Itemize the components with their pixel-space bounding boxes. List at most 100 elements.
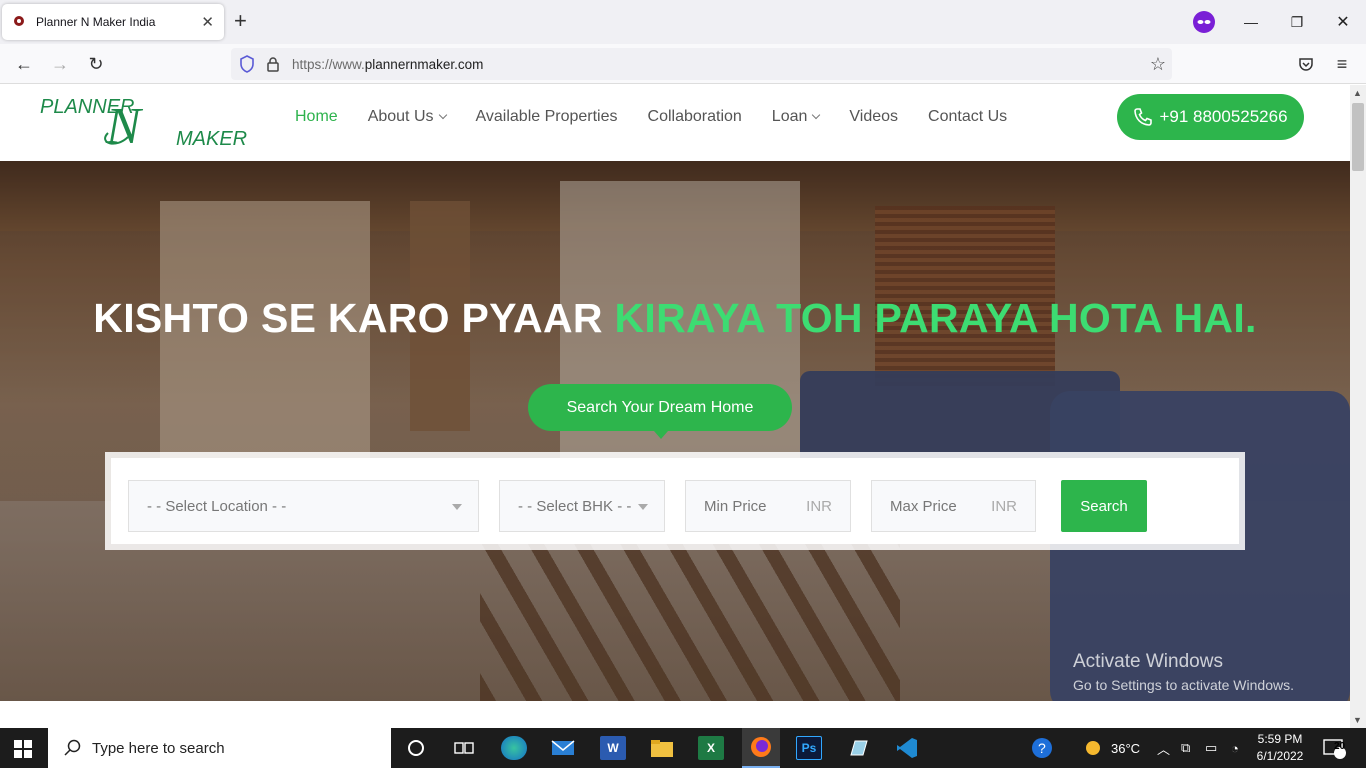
hero-headline: KISHTO SE KARO PYAAR KIRAYA TOH PARAYA H… bbox=[0, 295, 1350, 342]
menu-item-home[interactable]: Home bbox=[295, 107, 338, 127]
tab-title: Planner N Maker India bbox=[36, 15, 156, 29]
reload-icon[interactable]: ↻ bbox=[84, 52, 108, 76]
cortana-icon[interactable] bbox=[403, 736, 429, 760]
site-header: PLANNER N MAKER Home About Us Available Pr… bbox=[0, 85, 1350, 161]
svg-text:?: ? bbox=[1038, 740, 1046, 756]
min-price-placeholder: Min Price bbox=[704, 497, 767, 515]
browser-tab[interactable]: Planner N Maker India ✕ bbox=[2, 4, 224, 40]
firefox-icon[interactable] bbox=[742, 728, 780, 768]
menu-item-label: Loan bbox=[771, 108, 808, 125]
edge-browser-icon[interactable] bbox=[501, 736, 527, 760]
search-panel: - - Select Location - - - - Select BHK -… bbox=[105, 452, 1245, 550]
location-pin-icon bbox=[14, 16, 24, 26]
taskbar-search-box[interactable]: Type here to search bbox=[48, 728, 391, 768]
close-tab-icon[interactable]: ✕ bbox=[201, 13, 214, 31]
menu-item-collaboration[interactable]: Collaboration bbox=[648, 107, 742, 127]
min-price-input[interactable]: Min Price INR bbox=[685, 480, 851, 532]
search-button[interactable]: Search bbox=[1061, 480, 1147, 532]
close-window-icon[interactable]: ✕ bbox=[1320, 0, 1366, 44]
chevron-down-icon bbox=[452, 504, 462, 510]
menu-item-about-us[interactable]: About Us bbox=[367, 107, 447, 127]
chevron-down-icon bbox=[812, 110, 821, 120]
pocket-icon[interactable] bbox=[1294, 52, 1318, 76]
max-price-placeholder: Max Price bbox=[890, 497, 957, 515]
lock-icon[interactable] bbox=[266, 56, 280, 72]
bhk-select[interactable]: - - Select BHK - - bbox=[499, 480, 665, 532]
restore-icon[interactable]: ❐ bbox=[1274, 0, 1320, 44]
site-logo[interactable]: PLANNER N MAKER bbox=[38, 93, 248, 155]
windows-start-icon[interactable] bbox=[14, 740, 32, 758]
task-view-icon[interactable] bbox=[451, 736, 477, 760]
weather-sun-icon[interactable] bbox=[1082, 728, 1104, 768]
taskbar-search-placeholder: Type here to search bbox=[92, 739, 225, 757]
private-browsing-icon bbox=[1181, 0, 1227, 44]
windows-taskbar: Type here to search W X Ps ? 36°C ︿ ⧉ ▭ … bbox=[0, 728, 1366, 768]
activate-title: Activate Windows bbox=[1073, 651, 1223, 672]
menu-item-available-properties[interactable]: Available Properties bbox=[476, 107, 618, 127]
chevron-up-icon[interactable]: ︿ bbox=[1157, 728, 1170, 768]
menu-item-videos[interactable]: Videos bbox=[849, 107, 898, 127]
meet-now-icon[interactable]: ⧉ bbox=[1181, 728, 1190, 768]
bhk-select-value: - - Select BHK - - bbox=[518, 497, 632, 515]
back-arrow-icon[interactable]: ← bbox=[12, 52, 36, 76]
location-select[interactable]: - - Select Location - - bbox=[128, 480, 479, 532]
max-price-input[interactable]: Max Price INR bbox=[871, 480, 1036, 532]
forward-arrow-icon[interactable]: → bbox=[48, 52, 72, 76]
weather-temperature[interactable]: 36°C bbox=[1111, 728, 1140, 768]
hero-section: KISHTO SE KARO PYAAR KIRAYA TOH PARAYA H… bbox=[0, 161, 1350, 701]
clock-date: 6/1/2022 bbox=[1256, 749, 1304, 763]
chevron-down-icon bbox=[438, 110, 447, 120]
phone-number: +91 8800525266 bbox=[1159, 107, 1288, 126]
new-tab-icon[interactable]: + bbox=[234, 10, 247, 32]
search-dream-home-button[interactable]: Search Your Dream Home bbox=[528, 384, 792, 439]
help-icon[interactable]: ? bbox=[1031, 728, 1053, 768]
word-icon[interactable]: W bbox=[600, 736, 626, 760]
scrollbar-thumb[interactable] bbox=[1352, 103, 1364, 171]
menu-item-label: Home bbox=[295, 108, 338, 125]
menu-item-label: Videos bbox=[849, 108, 899, 125]
search-panel-inner: - - Select Location - - - - Select BHK -… bbox=[111, 458, 1239, 544]
mail-icon[interactable] bbox=[550, 736, 576, 760]
notepad-app-icon[interactable] bbox=[845, 736, 871, 760]
menu-item-label: Contact Us bbox=[928, 108, 1008, 125]
search-icon bbox=[64, 739, 81, 756]
hamburger-menu-icon[interactable]: ≡ bbox=[1330, 52, 1354, 76]
browser-tab-bar: Planner N Maker India ✕ + — ❐ ✕ bbox=[0, 0, 1366, 44]
min-price-currency: INR bbox=[806, 497, 832, 515]
activate-windows-watermark: Activate Windows Go to Settings to activ… bbox=[1073, 651, 1294, 693]
shield-icon[interactable] bbox=[239, 55, 255, 73]
notification-center-icon[interactable]: 20 bbox=[1322, 728, 1346, 768]
scroll-down-icon[interactable]: ▼ bbox=[1353, 715, 1362, 725]
minimize-icon[interactable]: — bbox=[1228, 0, 1274, 44]
bookmark-star-icon[interactable]: ☆ bbox=[1150, 54, 1166, 75]
menu-item-loan[interactable]: Loan bbox=[771, 107, 821, 127]
battery-icon[interactable]: ▭ bbox=[1205, 728, 1217, 768]
file-explorer-icon[interactable] bbox=[649, 736, 675, 760]
menu-item-contact-us[interactable]: Contact Us bbox=[928, 107, 1007, 127]
chevron-down-icon bbox=[638, 504, 648, 510]
address-bar[interactable]: https://www.plannernmaker.com ☆ bbox=[231, 48, 1172, 80]
hero-overlay bbox=[0, 161, 1350, 701]
excel-icon[interactable]: X bbox=[698, 736, 724, 760]
phone-button[interactable]: +91 8800525266 bbox=[1117, 94, 1304, 140]
activate-subtitle: Go to Settings to activate Windows. bbox=[1073, 677, 1294, 693]
page-scrollbar[interactable]: ▲ ▼ bbox=[1350, 85, 1366, 728]
location-select-value: - - Select Location - - bbox=[147, 497, 287, 515]
website-viewport: PLANNER N MAKER Home About Us Available Pr… bbox=[0, 85, 1350, 728]
headline-green: KIRAYA TOH PARAYA HOTA HAI. bbox=[614, 295, 1257, 341]
photoshop-icon[interactable]: Ps bbox=[796, 736, 822, 760]
menu-item-label: Available Properties bbox=[475, 108, 618, 125]
headline-white: KISHTO SE KARO PYAAR bbox=[93, 295, 615, 341]
menu-item-label: About Us bbox=[367, 108, 434, 125]
svg-text:MAKER: MAKER bbox=[176, 128, 247, 150]
vscode-icon[interactable] bbox=[894, 736, 920, 760]
taskbar-clock[interactable]: 5:59 PM 6/1/2022 bbox=[1255, 731, 1305, 765]
clock-time: 5:59 PM bbox=[1257, 732, 1303, 746]
browser-nav-bar: ← → ↻ https://www.plannernmaker.com ☆ ≡ bbox=[0, 44, 1366, 84]
notification-count: 20 bbox=[1334, 741, 1346, 752]
url-text: https://www.plannernmaker.com bbox=[292, 56, 484, 72]
wifi-icon[interactable]: ◔ bbox=[1231, 728, 1239, 768]
scroll-up-icon[interactable]: ▲ bbox=[1353, 88, 1362, 98]
menu-item-label: Collaboration bbox=[647, 108, 742, 125]
svg-text:N: N bbox=[105, 98, 144, 153]
